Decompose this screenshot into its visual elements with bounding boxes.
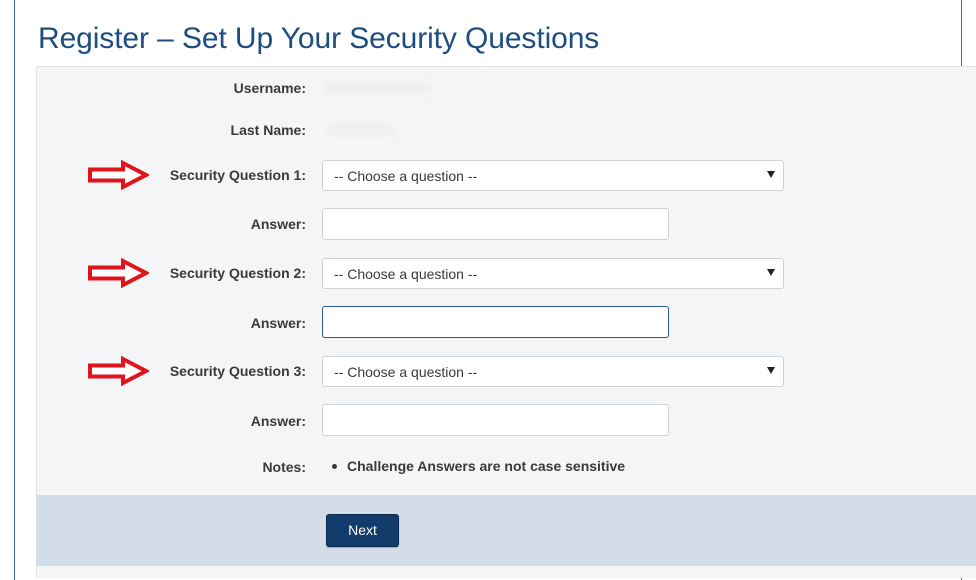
caret-down-icon [767, 171, 775, 178]
last-name-value-redacted [326, 124, 396, 136]
next-button[interactable]: Next [326, 514, 399, 547]
right-arrow-icon [88, 356, 149, 386]
form-actions-bar [36, 495, 976, 566]
notes-item-text: Challenge Answers are not case sensitive [347, 458, 626, 474]
notes-list: Challenge Answers are not case sensitive [330, 458, 625, 474]
security-question-2-label: Security Question 2: [169, 265, 306, 281]
security-question-3-selected-value: -- Choose a question -- [334, 364, 478, 380]
security-question-2-selected-value: -- Choose a question -- [334, 266, 478, 282]
last-name-label: Last Name: [230, 122, 306, 138]
right-arrow-icon [88, 258, 149, 288]
security-question-3-select[interactable]: -- Choose a question -- [322, 356, 784, 387]
caret-down-icon [767, 269, 775, 276]
username-value-redacted [324, 82, 432, 94]
username-label: Username: [233, 80, 306, 96]
security-question-1-selected-value: -- Choose a question -- [334, 168, 478, 184]
answer-3-input[interactable] [322, 404, 669, 436]
answer-1-input[interactable] [322, 208, 669, 240]
security-question-2-select[interactable]: -- Choose a question -- [322, 258, 784, 289]
answer-3-label: Answer: [250, 413, 306, 429]
notes-label: Notes: [262, 459, 306, 475]
answer-2-input[interactable] [322, 306, 669, 338]
security-question-3-label: Security Question 3: [169, 363, 306, 379]
security-question-1-label: Security Question 1: [169, 167, 306, 183]
right-arrow-icon [88, 160, 149, 190]
answer-2-label: Answer: [250, 315, 306, 331]
notes-item: Challenge Answers are not case sensitive [330, 458, 625, 474]
security-question-1-select[interactable]: -- Choose a question -- [322, 160, 784, 191]
page-title: Register – Set Up Your Security Question… [38, 22, 600, 55]
caret-down-icon [767, 367, 775, 374]
answer-1-label: Answer: [250, 216, 306, 232]
bullet-icon [332, 463, 337, 469]
